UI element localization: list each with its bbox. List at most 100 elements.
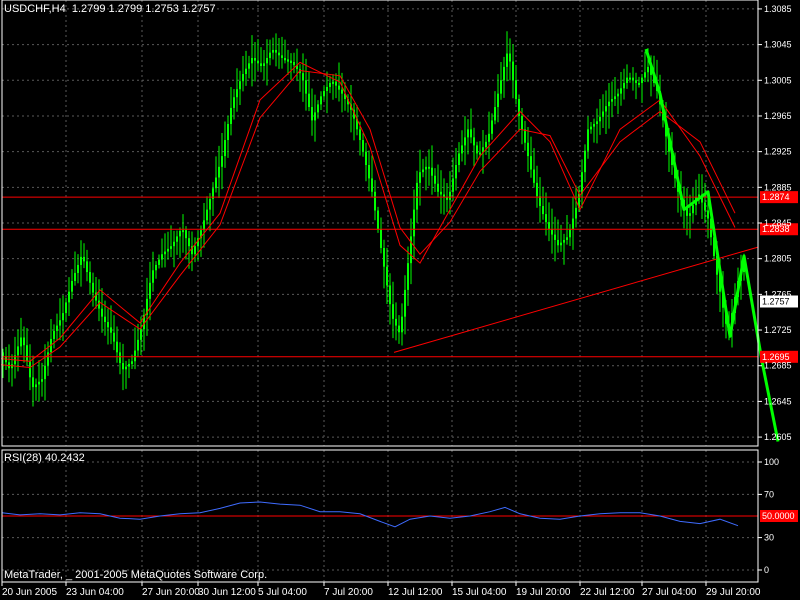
candle-body <box>488 133 490 142</box>
candle-body <box>383 247 385 267</box>
candle-body <box>221 156 223 167</box>
candle-body <box>419 172 421 183</box>
candle-body <box>80 256 82 265</box>
candle-body <box>284 57 286 61</box>
candle-body <box>38 381 40 385</box>
candle-body <box>575 207 577 219</box>
last-price-label: 1.2757 <box>762 296 790 306</box>
candle-body <box>266 57 268 64</box>
price-tick-label: 1.2925 <box>764 147 792 157</box>
candle-body <box>470 129 472 138</box>
candle-body <box>176 236 178 242</box>
candle-body <box>242 74 244 82</box>
time-axis: 20 Jun 2005 23 Jun 04:00 27 Jun 20:0030 Ju… <box>1 582 761 598</box>
candle-body <box>302 73 304 81</box>
candle-body <box>44 365 46 380</box>
candle-body <box>341 89 343 94</box>
candle-body <box>404 289 406 317</box>
candle-body <box>245 68 247 75</box>
support-trendline <box>393 246 759 353</box>
candle-body <box>458 153 460 166</box>
rsi-tick-label: 100 <box>764 457 779 467</box>
candle-body <box>29 361 31 378</box>
candle-body <box>83 256 85 262</box>
candle-body <box>614 96 616 100</box>
candle-body <box>494 107 496 121</box>
candle-body <box>560 242 562 246</box>
candle-body <box>182 230 184 233</box>
time-tick-label: 15 Jul 04:00 <box>452 587 507 598</box>
symbol-header: USDCHF,H4 1.2799 1.2799 1.2753 1.2757 <box>4 3 216 15</box>
candle-body <box>515 80 517 100</box>
candle-body <box>374 191 376 211</box>
candle-body <box>530 156 532 170</box>
candle-body <box>464 137 466 146</box>
candle-body <box>380 229 382 248</box>
price-tick-label: 1.3085 <box>764 4 792 14</box>
candle-body <box>251 57 253 64</box>
candle-body <box>290 60 292 63</box>
candle-body <box>647 66 649 73</box>
candle-body <box>521 115 523 130</box>
candle-body <box>359 129 361 141</box>
time-tick-label: 12 Jul 12:00 <box>388 587 443 598</box>
candle-body <box>62 313 64 321</box>
candle-body <box>155 264 157 271</box>
candle-body <box>113 332 115 342</box>
candle-body <box>317 104 319 113</box>
candle-body <box>368 165 370 179</box>
candle-body <box>596 121 598 124</box>
candle-body <box>41 379 43 382</box>
candle-body <box>329 82 331 87</box>
candle-body <box>461 145 463 154</box>
candle-body <box>620 88 622 94</box>
candle-body <box>581 172 583 194</box>
candle-body <box>185 230 187 239</box>
candle-body <box>89 272 91 283</box>
candle-body <box>386 266 388 286</box>
candle-body <box>632 77 634 81</box>
candle-body <box>503 66 505 81</box>
candle-body <box>74 272 76 281</box>
candle-body <box>209 198 211 210</box>
price-tick-label: 1.3005 <box>764 75 792 85</box>
candle-body <box>410 236 412 264</box>
chart-canvas: 1.28741.28381.26951.30851.30451.30051.29… <box>0 0 798 598</box>
candle-body <box>335 81 337 86</box>
time-tick-label: 20 Jun 2005 <box>2 587 57 598</box>
candle-body <box>605 106 607 112</box>
candle-body <box>236 89 238 98</box>
rsi-line <box>1 501 739 528</box>
candle-body <box>23 337 25 346</box>
candle-body <box>56 325 58 331</box>
candle-body <box>326 86 328 91</box>
candle-body <box>689 213 691 216</box>
price-tick-label: 1.2965 <box>764 111 792 121</box>
candle-body <box>158 259 160 265</box>
rsi-tick-label: 0 <box>764 565 769 575</box>
candle-body <box>509 53 511 62</box>
candle-body <box>257 60 259 64</box>
candle-body <box>593 123 595 127</box>
time-tick-label: 7 Jul 20:00 <box>324 587 373 598</box>
candle-body <box>140 329 142 340</box>
panel-borders <box>1 0 759 583</box>
candle-body <box>440 191 442 195</box>
candle-body <box>542 206 544 215</box>
candle-body <box>584 150 586 173</box>
candle-body <box>479 152 481 155</box>
candle-body <box>119 352 121 364</box>
candle-body <box>611 99 613 102</box>
candle-body <box>377 210 379 230</box>
candle-body <box>26 345 28 362</box>
candle-body <box>194 246 196 255</box>
candle-body <box>635 80 637 83</box>
price-tick-label: 1.2645 <box>764 396 792 406</box>
candle-body <box>431 167 433 176</box>
time-tick-label: 19 Jul 20:00 <box>516 587 571 598</box>
candle-body <box>188 238 190 247</box>
time-tick-label: 27 Jul 04:00 <box>642 587 697 598</box>
candle-body <box>572 218 574 230</box>
candle-body <box>227 123 229 141</box>
candle-body <box>338 85 340 90</box>
